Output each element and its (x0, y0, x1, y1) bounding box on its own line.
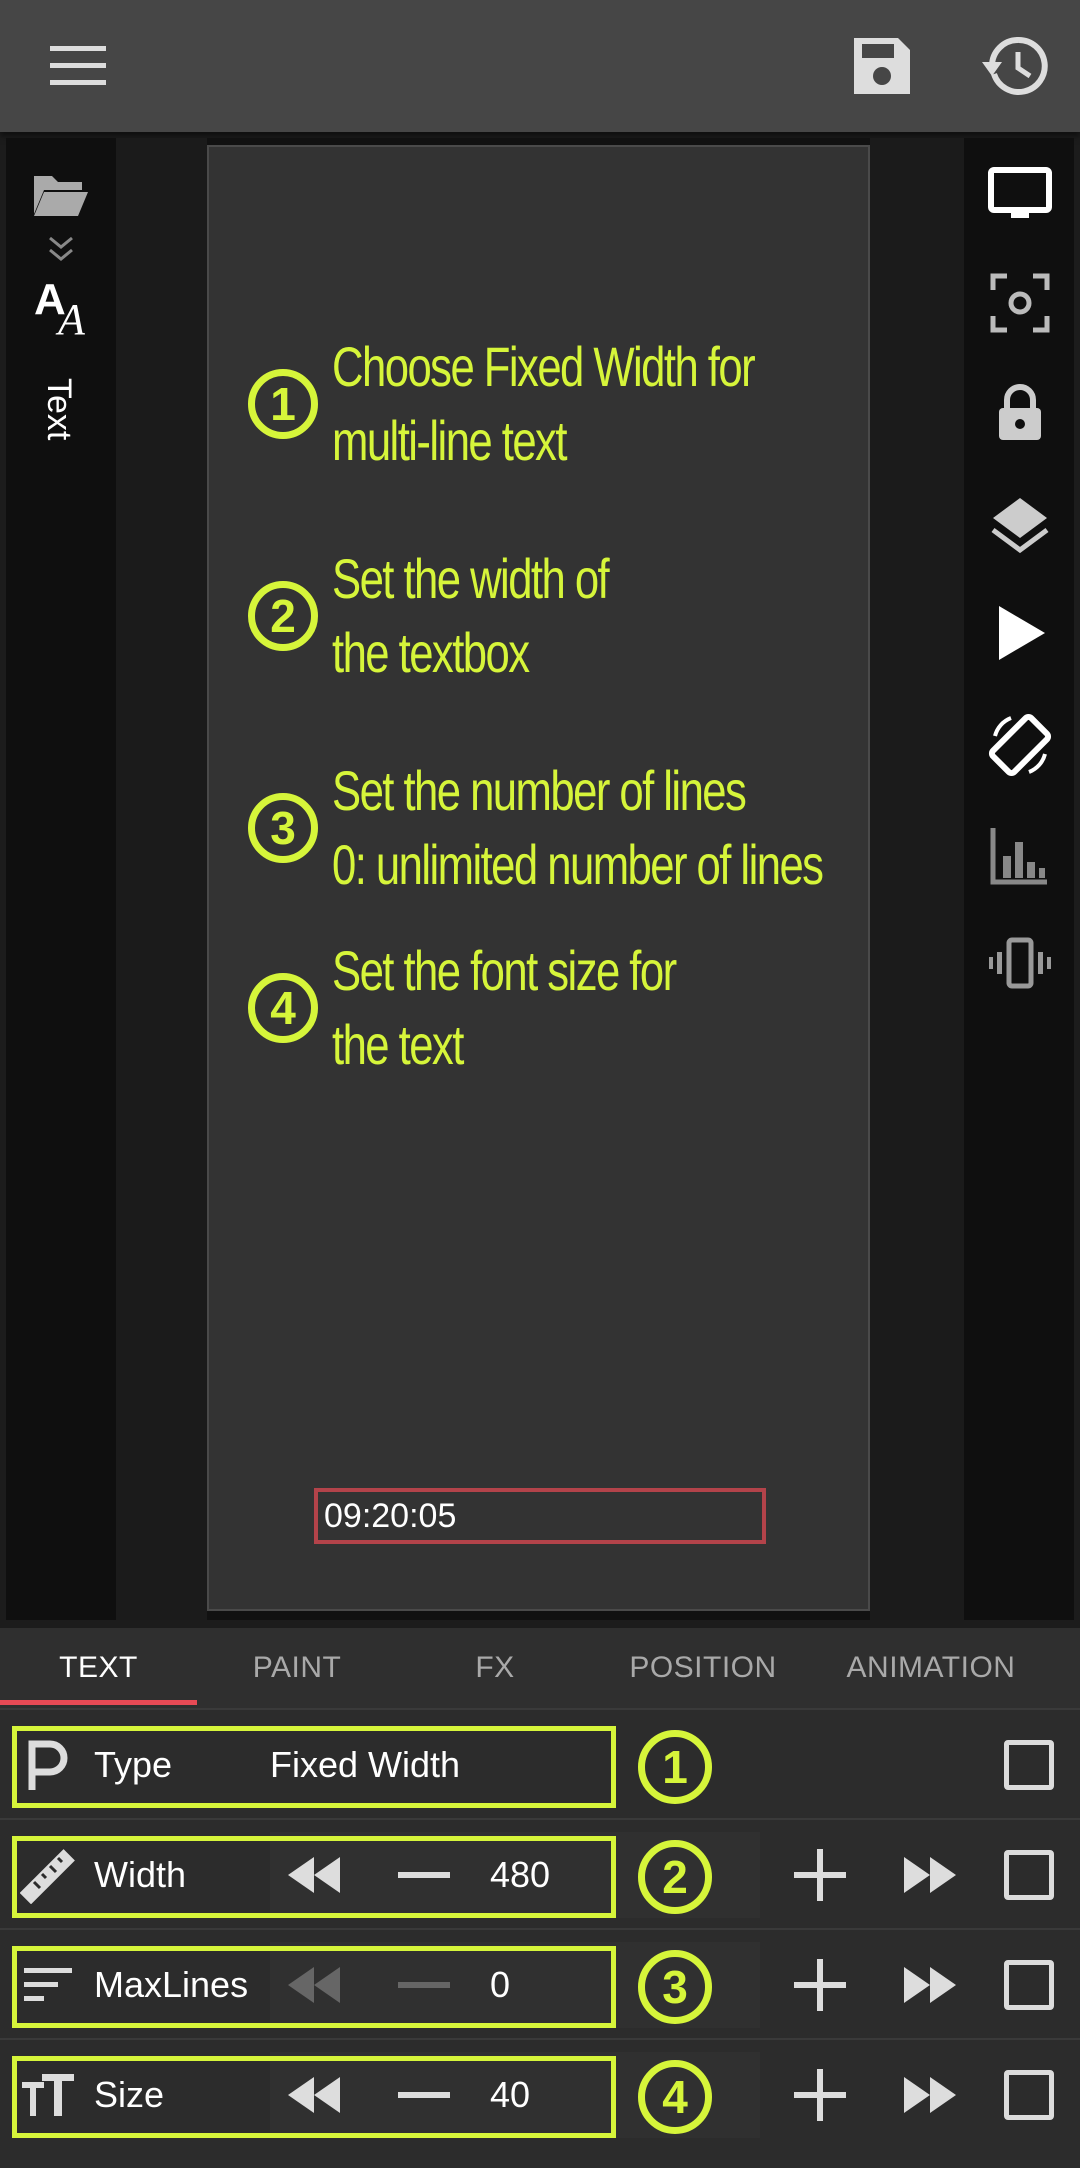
step-badge-4: 4 (638, 2060, 712, 2134)
property-checkbox[interactable] (1004, 1960, 1054, 2010)
property-row-size: Size 40 4 (0, 2038, 1080, 2148)
rotate-icon[interactable] (985, 710, 1055, 780)
focus-icon[interactable] (985, 268, 1055, 338)
step-number-4: 4 (248, 973, 318, 1043)
canvas-gutter-left (116, 138, 207, 1620)
property-label: Type (94, 1744, 173, 1785)
layers-icon[interactable] (985, 490, 1055, 560)
step-2-line-1: Set the width of (332, 547, 610, 610)
instruction-step-4: 4 Set the font size for the text (248, 934, 772, 1082)
menu-icon[interactable] (42, 30, 114, 102)
step-4-line-1: Set the font size for (332, 939, 677, 1002)
clock-text-element[interactable]: 09:20:05 (314, 1488, 766, 1544)
fast-decrease-icon[interactable] (284, 1957, 344, 2013)
property-row-width: Width 480 2 (0, 1818, 1080, 1928)
chart-icon[interactable] (985, 820, 1055, 890)
type-value[interactable]: Fixed Width (270, 1710, 460, 1820)
lock-icon[interactable] (985, 378, 1055, 448)
increase-icon[interactable] (790, 1847, 850, 1903)
fast-increase-icon[interactable] (900, 2067, 960, 2123)
step-number-1: 1 (248, 369, 318, 439)
instruction-step-3: 3 Set the number of lines 0: unlimited n… (248, 754, 961, 902)
property-row-maxlines: MaxLines 0 3 (0, 1928, 1080, 2038)
paragraph-icon (28, 1740, 68, 1790)
increase-icon[interactable] (790, 2067, 850, 2123)
font-size-icon (22, 2074, 74, 2116)
width-value[interactable]: 480 (490, 1820, 550, 1930)
save-icon[interactable] (846, 30, 918, 102)
step-3-line-1: Set the number of lines (332, 759, 747, 822)
size-value[interactable]: 40 (490, 2040, 530, 2150)
property-row-type: Type Fixed Width 1 (0, 1708, 1080, 1818)
left-toolbar: A A Text (6, 138, 116, 1620)
property-checkbox[interactable] (1004, 2070, 1054, 2120)
tab-animation[interactable]: ANIMATION (813, 1628, 1049, 1708)
step-badge-3: 3 (638, 1950, 712, 2024)
fast-decrease-icon[interactable] (284, 1847, 344, 1903)
maxlines-value[interactable]: 0 (490, 1930, 510, 2040)
property-label: Size (94, 2074, 165, 2115)
property-label: Width (94, 1854, 187, 1895)
tab-fx[interactable]: FX (397, 1628, 593, 1708)
tab-position[interactable]: POSITION (593, 1628, 813, 1708)
property-checkbox[interactable] (1004, 1850, 1054, 1900)
step-1-line-2: multi-line text (332, 409, 567, 472)
step-number-3: 3 (248, 793, 318, 863)
step-1-line-1: Choose Fixed Width for (332, 335, 756, 398)
play-icon[interactable] (985, 598, 1055, 668)
decrease-icon[interactable] (394, 1957, 454, 2013)
tab-text[interactable]: TEXT (0, 1628, 197, 1708)
text-tool-label[interactable]: Text (38, 378, 78, 458)
lines-icon (24, 1968, 72, 2001)
vibrate-icon[interactable] (985, 928, 1055, 998)
history-icon[interactable] (980, 30, 1052, 102)
ruler-icon (20, 1849, 75, 1904)
property-label: MaxLines (94, 1964, 249, 2005)
fast-increase-icon[interactable] (900, 1847, 960, 1903)
step-3-line-2: 0: unlimited number of lines (332, 833, 824, 896)
decrease-icon[interactable] (394, 1847, 454, 1903)
fast-increase-icon[interactable] (900, 1957, 960, 2013)
screen-icon[interactable] (985, 160, 1055, 230)
property-tabs: TEXT PAINT FX POSITION ANIMATION (0, 1628, 1080, 1708)
tab-paint[interactable]: PAINT (197, 1628, 397, 1708)
property-list: Type Fixed Width 1 Width 480 2 MaxLines … (0, 1708, 1080, 2168)
app-toolbar (0, 0, 1080, 132)
instruction-step-1: 1 Choose Fixed Width for multi-line text (248, 330, 873, 478)
property-checkbox[interactable] (1004, 1740, 1054, 1790)
step-badge-2: 2 (638, 1840, 712, 1914)
decrease-icon[interactable] (394, 2067, 454, 2123)
svg-text:A: A (55, 295, 86, 336)
fast-decrease-icon[interactable] (284, 2067, 344, 2123)
step-number-2: 2 (248, 581, 318, 651)
active-tab-indicator (0, 1700, 197, 1705)
double-chevron-down-icon[interactable] (46, 234, 76, 264)
step-4-line-2: the text (332, 1013, 464, 1076)
instruction-step-2: 2 Set the width of the textbox (248, 542, 686, 690)
step-badge-1: 1 (638, 1730, 712, 1804)
folder-icon[interactable] (32, 170, 90, 220)
increase-icon[interactable] (790, 1957, 850, 2013)
text-style-icon[interactable]: A A (32, 274, 96, 336)
step-2-line-2: the textbox (332, 621, 530, 684)
